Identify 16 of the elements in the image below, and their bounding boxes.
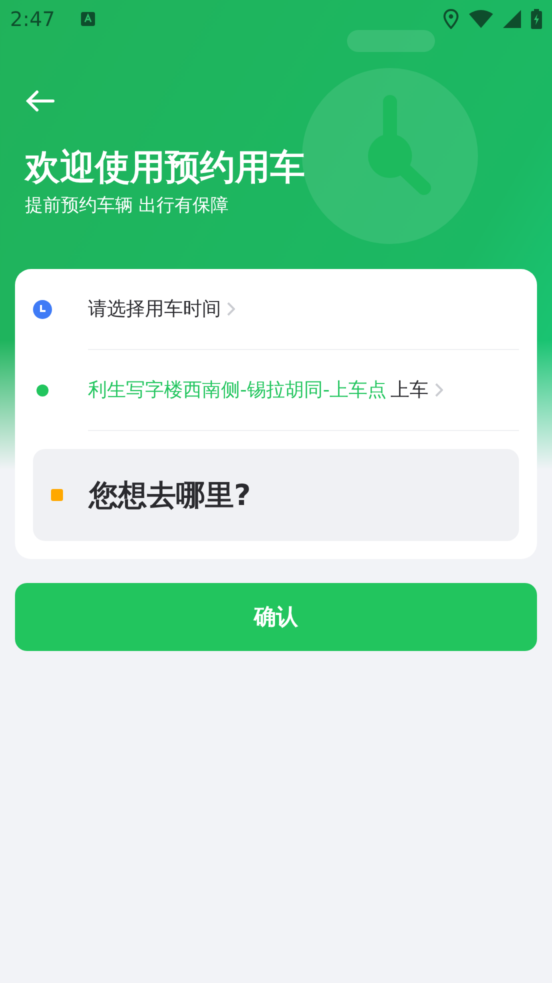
clock-icon — [33, 300, 52, 319]
destination-selector[interactable]: 您想去哪里? — [33, 449, 519, 541]
destination-square-icon — [51, 489, 63, 501]
time-selector[interactable]: 请选择用车时间 — [88, 296, 221, 322]
keyboard-notification-icon — [80, 12, 95, 26]
page-title: 欢迎使用预约用车 — [25, 147, 306, 189]
page-subtitle: 提前预约车辆 出行有保障 — [25, 194, 230, 217]
wifi-icon — [469, 10, 493, 28]
back-arrow-icon — [25, 90, 55, 112]
chevron-icon — [227, 302, 235, 316]
location-icon — [443, 9, 459, 29]
pickup-suffix: 上车 — [390, 378, 429, 403]
battery-icon — [531, 9, 542, 29]
chevron-icon — [434, 383, 443, 397]
status-time: 2:47 — [10, 7, 55, 31]
signal-icon — [503, 10, 521, 28]
